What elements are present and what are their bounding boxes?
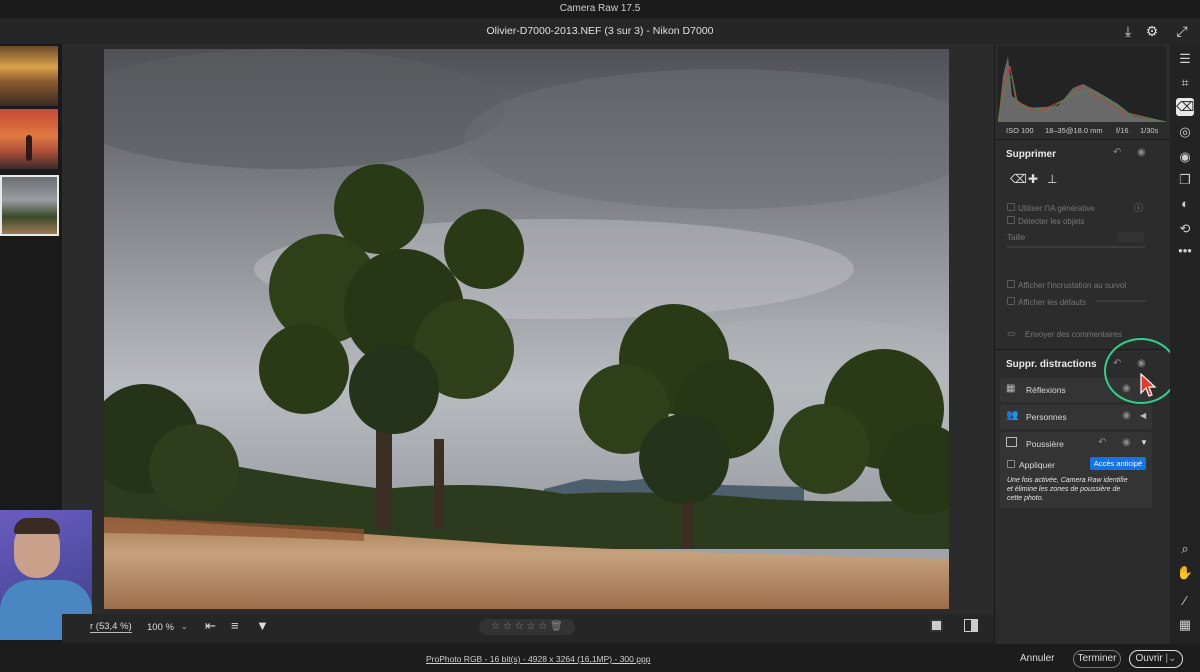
comment-icon[interactable]: ▭ <box>1007 328 1016 339</box>
filmstrip-thumb-2[interactable] <box>0 109 58 169</box>
more-icon[interactable]: ••• <box>1176 242 1194 260</box>
show-overlay-checkbox[interactable]: Afficher l'incrustation au survol <box>1007 279 1126 291</box>
iso-value: ISO 100 <box>1006 126 1034 135</box>
chevron-left-icon[interactable]: ◀ <box>1140 411 1146 420</box>
done-button[interactable]: Terminer <box>1073 650 1121 668</box>
size-input[interactable] <box>1118 232 1144 242</box>
eraser-icon[interactable]: ⌫ <box>1176 98 1194 116</box>
size-label: Taille <box>1007 233 1026 242</box>
people-icon: 👥 <box>1006 410 1019 421</box>
crop-icon[interactable]: ⌗ <box>1176 74 1194 92</box>
app-title-bar: Camera Raw 17.5 <box>0 0 1200 18</box>
show-defects-checkbox[interactable]: Afficher les défauts <box>1007 296 1086 308</box>
cursor-pointer-icon <box>1139 372 1157 402</box>
zoom-level[interactable]: 100 % <box>147 622 174 633</box>
divider <box>995 139 1170 140</box>
filmstrip-thumb-1[interactable] <box>0 46 58 106</box>
stamp-icon[interactable]: ⊥ <box>1047 172 1057 186</box>
zoom-fit[interactable]: r (53,4 %) <box>90 621 132 633</box>
filmstrip-thumb-3-selected[interactable] <box>0 175 59 236</box>
apply-label: Appliquer <box>1019 460 1055 470</box>
chevron-down-icon[interactable]: ▼ <box>1140 438 1148 447</box>
cancel-button[interactable]: Annuler <box>1020 653 1054 664</box>
reflection-icon: ▦ <box>1006 383 1016 394</box>
filmstrip-toggle-icon[interactable]: ⇤ <box>205 618 216 634</box>
sync-icon[interactable]: ⟲ <box>1176 220 1194 238</box>
sliders-icon[interactable]: ☰ <box>1176 50 1194 68</box>
show-defects-label: Afficher les défauts <box>1018 298 1086 307</box>
gear-icon[interactable]: ⚙ <box>1143 22 1161 40</box>
aperture-value: f/16 <box>1116 126 1129 135</box>
shutter-value: 1/30s <box>1140 126 1159 135</box>
chevron-down-icon[interactable]: ⌄ <box>181 622 188 631</box>
eyedropper-icon[interactable]: ⁄ <box>1176 592 1194 610</box>
remove-section-title: Supprimer <box>1006 149 1057 160</box>
bandage-icon[interactable]: ✚ <box>1028 172 1038 186</box>
photo-preview[interactable] <box>104 49 949 609</box>
send-feedback-link[interactable]: Envoyer des commentaires <box>1025 330 1122 339</box>
rating-stars[interactable]: ☆ ☆ ☆ ☆ ☆ <box>491 621 547 632</box>
defects-slider[interactable] <box>1096 300 1146 302</box>
histogram <box>997 46 1167 123</box>
open-button[interactable]: Ouvrir |⌄ <box>1129 650 1183 668</box>
presets-icon[interactable]: ◐ <box>1176 195 1194 213</box>
sort-icon[interactable]: ≡ <box>231 618 239 633</box>
app-title: Camera Raw 17.5 <box>559 3 641 14</box>
eraser-icon[interactable]: ⌫ <box>1010 172 1027 186</box>
grid-icon[interactable]: ▦ <box>1176 616 1194 634</box>
trash-icon[interactable]: 🗑 <box>550 621 563 632</box>
eye-icon[interactable]: ◉ <box>1122 437 1131 448</box>
download-icon[interactable]: ⤓ <box>1119 22 1137 40</box>
zoom-icon[interactable]: ⌕ <box>1176 540 1194 558</box>
snapshots-icon[interactable]: ❐ <box>1176 171 1194 189</box>
dust-description: Une fois activée, Camera Raw identifie e… <box>1007 477 1128 502</box>
use-ai-label: Utiliser l'IA générative <box>1018 204 1095 213</box>
size-slider[interactable] <box>1007 246 1145 248</box>
star-rating[interactable]: ☆ ☆ ☆ ☆ ☆ 🗑 <box>479 619 575 635</box>
distractions-section-title: Suppr. distractions <box>1006 359 1097 370</box>
red-eye-icon[interactable]: ◉ <box>1176 148 1194 166</box>
early-access-badge: Accès anticipé <box>1090 457 1146 470</box>
people-row[interactable]: 👥 Personnes ◉ ◀ <box>1000 405 1152 429</box>
mask-icon[interactable]: ◎ <box>1176 123 1194 141</box>
detect-objects-checkbox[interactable]: Détecter les objets <box>1007 215 1084 227</box>
reset-icon[interactable]: ↶ <box>1098 437 1106 448</box>
reflections-label: Réflexions <box>1026 385 1066 395</box>
dust-icon <box>1006 437 1017 447</box>
info-icon[interactable]: ⓘ <box>1134 201 1143 214</box>
eye-icon[interactable]: ◉ <box>1137 147 1146 158</box>
people-label: Personnes <box>1026 412 1067 422</box>
document-bar: Olivier-D7000-2013.NEF (3 sur 3) - Nikon… <box>0 18 1200 44</box>
document-title: Olivier-D7000-2013.NEF (3 sur 3) - Nikon… <box>486 25 714 37</box>
filter-icon[interactable]: ▼ <box>256 618 269 633</box>
eye-icon[interactable]: ◉ <box>1122 410 1131 421</box>
workflow-options-link[interactable]: ProPhoto RGB - 16 bit(s) - 4928 x 3264 (… <box>426 654 650 664</box>
view-mode-icon[interactable] <box>930 619 943 632</box>
dust-label: Poussière <box>1026 439 1064 449</box>
dust-panel: Poussière ↶ ◉ ▼ Appliquer Accès anticipé… <box>1000 432 1152 508</box>
focal-value: 18–35@18.0 mm <box>1045 126 1103 135</box>
hand-icon[interactable]: ✋ <box>1176 564 1194 582</box>
apply-checkbox[interactable] <box>1007 459 1015 471</box>
open-label: Ouvrir <box>1135 653 1163 664</box>
use-ai-checkbox[interactable]: Utiliser l'IA générative <box>1007 202 1095 214</box>
before-after-icon[interactable] <box>964 619 978 632</box>
show-overlay-label: Afficher l'incrustation au survol <box>1018 281 1127 290</box>
reset-icon[interactable]: ↶ <box>1113 147 1121 158</box>
detect-objects-label: Détecter les objets <box>1018 217 1085 226</box>
expand-icon[interactable]: ⤢ <box>1173 22 1191 40</box>
